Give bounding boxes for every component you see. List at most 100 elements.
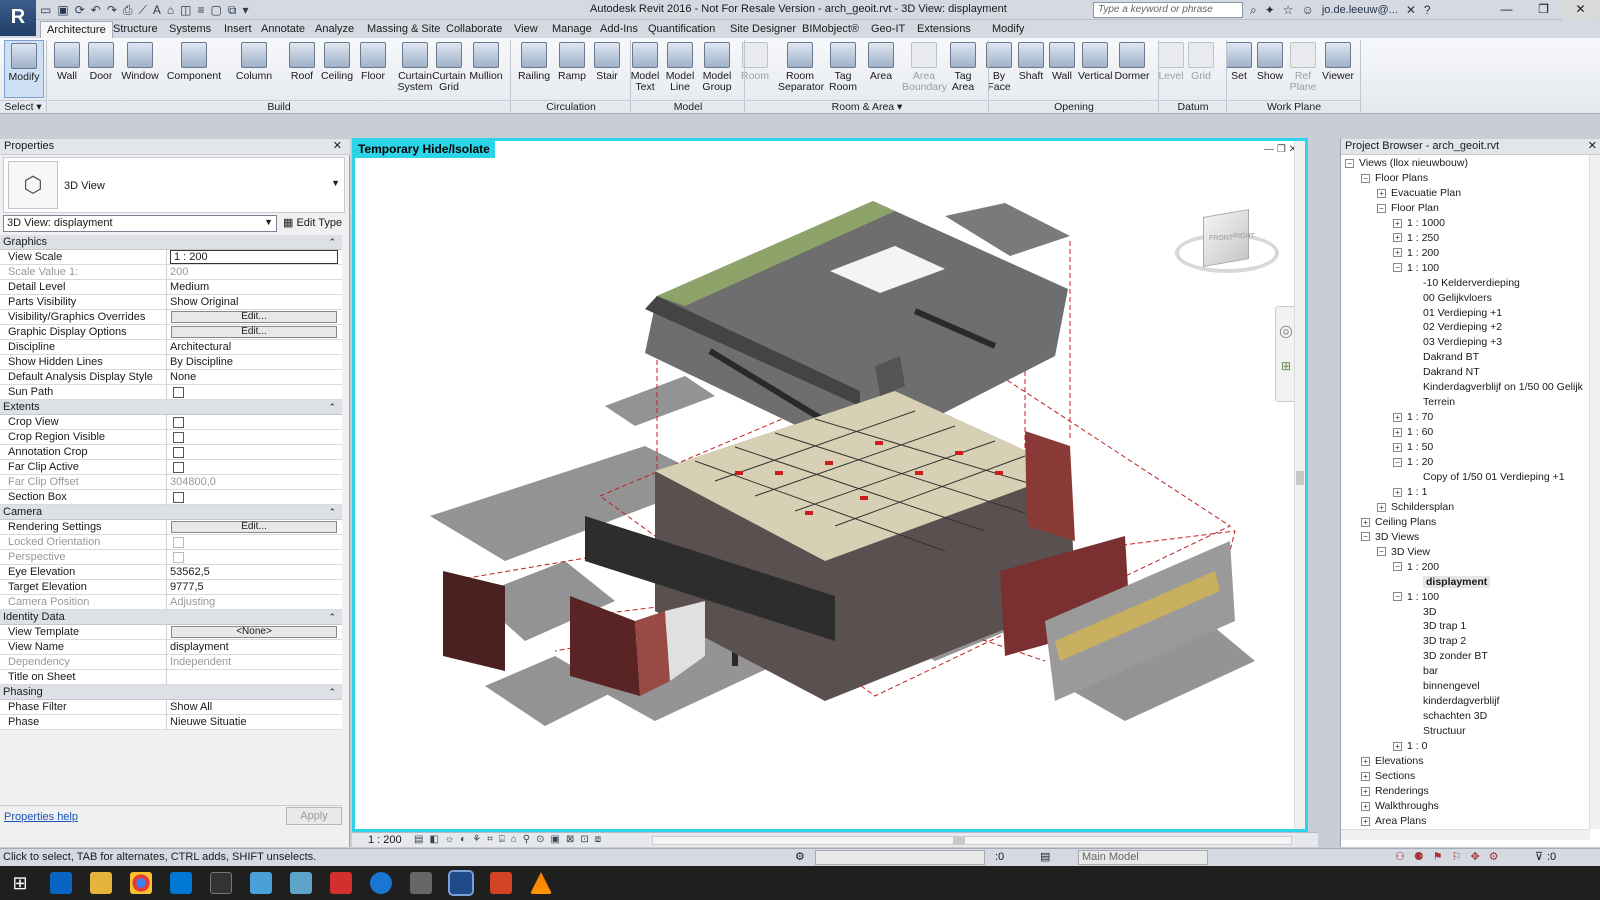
- tab-geo-it[interactable]: Geo-IT: [865, 21, 911, 38]
- expand-icon[interactable]: +: [1393, 427, 1402, 437]
- expand-icon[interactable]: +: [1393, 233, 1402, 243]
- sync-icon[interactable]: ⟳: [75, 3, 85, 17]
- outlook-icon[interactable]: [50, 872, 72, 894]
- section-graphics[interactable]: Graphics ⌃: [0, 235, 342, 250]
- railing-button[interactable]: Railing: [515, 40, 553, 98]
- view-scale[interactable]: 1 : 200: [368, 834, 402, 846]
- customize-icon[interactable]: ▾: [242, 3, 248, 17]
- edit-button[interactable]: Edit...: [171, 326, 337, 338]
- tree-node[interactable]: −1 : 200: [1393, 560, 1439, 575]
- tab-annotate[interactable]: Annotate: [255, 21, 311, 38]
- analytical-model-icon[interactable]: ⊡: [580, 834, 588, 845]
- tree-node[interactable]: Copy of 1/50 01 Verdieping +1: [1423, 470, 1565, 485]
- tree-node[interactable]: Dakrand BT: [1423, 350, 1479, 365]
- detail-level-icon[interactable]: ▤: [414, 834, 423, 845]
- user-icon[interactable]: ☺: [1302, 3, 1314, 17]
- tab-modify[interactable]: Modify: [986, 21, 1030, 38]
- checkbox[interactable]: [173, 462, 184, 473]
- view-cube[interactable]: FRONT RIGHT: [1173, 203, 1283, 285]
- door-button[interactable]: Door: [86, 40, 116, 98]
- viewer-button[interactable]: Viewer: [1320, 40, 1356, 98]
- help-icon[interactable]: ?: [1424, 3, 1431, 17]
- visual-style-icon[interactable]: ◧: [429, 834, 438, 845]
- subscription-icon[interactable]: ✦: [1265, 3, 1275, 17]
- section-camera[interactable]: Camera ⌃: [0, 505, 342, 520]
- collapse-icon[interactable]: −: [1393, 457, 1402, 467]
- prop-value[interactable]: Show All: [170, 701, 212, 713]
- tree-node[interactable]: +1 : 1000: [1393, 216, 1445, 231]
- tree-node[interactable]: +1 : 200: [1393, 246, 1439, 261]
- expand-icon[interactable]: +: [1393, 218, 1402, 228]
- edit-type-button[interactable]: ▦ Edit Type: [283, 215, 342, 232]
- expand-icon[interactable]: +: [1361, 816, 1370, 826]
- redo-icon[interactable]: ↷: [107, 3, 117, 17]
- model-line-button[interactable]: Model Line: [664, 40, 696, 98]
- measure-icon[interactable]: ⟋: [138, 3, 146, 18]
- undo-icon[interactable]: ↶: [91, 3, 101, 17]
- autocad-icon[interactable]: [330, 872, 352, 894]
- close-icon[interactable]: ✕: [333, 139, 342, 154]
- shadows-icon[interactable]: ◐: [460, 834, 466, 845]
- tree-node[interactable]: binnengevel: [1423, 679, 1480, 694]
- steering-wheel-icon[interactable]: ◎: [1279, 321, 1293, 341]
- zoom-icon[interactable]: ⊞: [1281, 359, 1291, 373]
- close-hidden-icon[interactable]: ▢: [211, 3, 222, 17]
- tree-node[interactable]: −3D View: [1377, 545, 1430, 560]
- help-search-input[interactable]: Type a keyword or phrase: [1093, 2, 1243, 18]
- collapse-icon[interactable]: −: [1345, 158, 1354, 168]
- tree-node[interactable]: 00 Gelijkvloers: [1423, 291, 1492, 306]
- open-icon[interactable]: ▭: [40, 3, 51, 17]
- tab-site-designer[interactable]: Site Designer: [724, 21, 802, 38]
- checkbox[interactable]: [173, 432, 184, 443]
- tree-node[interactable]: schachten 3D: [1423, 709, 1487, 724]
- default-3d-icon[interactable]: ⌂: [167, 3, 174, 17]
- render-icon[interactable]: ⚘: [472, 834, 481, 845]
- close-icon[interactable]: ✕: [1562, 0, 1599, 20]
- section-phasing[interactable]: Phasing ⌃: [0, 685, 342, 700]
- room-separator-button[interactable]: Room Separator: [778, 40, 824, 98]
- collapse-icon[interactable]: ⌃: [328, 505, 336, 519]
- tree-node[interactable]: 3D: [1423, 605, 1436, 620]
- tree-node[interactable]: kinderdagverblijf: [1423, 694, 1499, 709]
- binoculars-icon[interactable]: ⌕: [1250, 3, 1257, 18]
- collapse-icon[interactable]: −: [1377, 547, 1386, 557]
- properties-help-link[interactable]: Properties help: [4, 811, 78, 823]
- expand-icon[interactable]: +: [1361, 517, 1370, 527]
- tab-structure[interactable]: Structure: [107, 21, 164, 38]
- terminal-icon[interactable]: [210, 872, 232, 894]
- tree-node[interactable]: + Evacuatie Plan: [1377, 186, 1461, 201]
- chevron-down-icon[interactable]: ▼: [331, 178, 340, 188]
- background-process-icon[interactable]: ⚙: [1489, 850, 1499, 863]
- tree-node[interactable]: + Schildersplan: [1377, 500, 1454, 515]
- panel-room-area[interactable]: Room & Area ▾: [746, 100, 988, 114]
- tree-node[interactable]: + Ceiling Plans: [1361, 515, 1436, 530]
- expand-icon[interactable]: +: [1393, 442, 1402, 452]
- component-button[interactable]: Component: [165, 40, 223, 98]
- tree-node[interactable]: 3D trap 1: [1423, 619, 1466, 634]
- tree-node[interactable]: −1 : 100: [1393, 590, 1439, 605]
- section-extents[interactable]: Extents ⌃: [0, 400, 342, 415]
- prop-value[interactable]: 53562,5: [170, 566, 210, 578]
- save-icon[interactable]: ▣: [57, 3, 68, 17]
- unlock-view-icon[interactable]: ⌂: [511, 834, 517, 845]
- expand-icon[interactable]: +: [1393, 248, 1402, 258]
- instance-selector[interactable]: 3D View: displayment ▼: [3, 215, 277, 232]
- level-button[interactable]: Level: [1156, 40, 1186, 98]
- checkbox[interactable]: [173, 417, 184, 428]
- revit-taskbar-icon[interactable]: [448, 870, 474, 896]
- checkbox[interactable]: [173, 387, 184, 398]
- design-options-icon[interactable]: ▤: [1040, 850, 1050, 863]
- area-button[interactable]: Area: [864, 40, 898, 98]
- prop-value[interactable]: Architectural: [170, 341, 231, 353]
- windows-start-icon[interactable]: ⊞: [9, 872, 31, 894]
- tree-node[interactable]: Structuur: [1423, 724, 1466, 739]
- exchange-icon[interactable]: ✕: [1406, 3, 1416, 17]
- crop-icon[interactable]: ⌗: [487, 834, 493, 845]
- collapse-icon[interactable]: ⌃: [328, 400, 336, 414]
- tree-node[interactable]: 3D trap 2: [1423, 634, 1466, 649]
- tree-node[interactable]: − Floor Plans: [1361, 171, 1428, 186]
- roof-button[interactable]: Roof: [288, 40, 316, 98]
- skype-icon[interactable]: [170, 872, 192, 894]
- sharepoint-icon[interactable]: [250, 872, 272, 894]
- collapse-icon[interactable]: −: [1377, 203, 1386, 213]
